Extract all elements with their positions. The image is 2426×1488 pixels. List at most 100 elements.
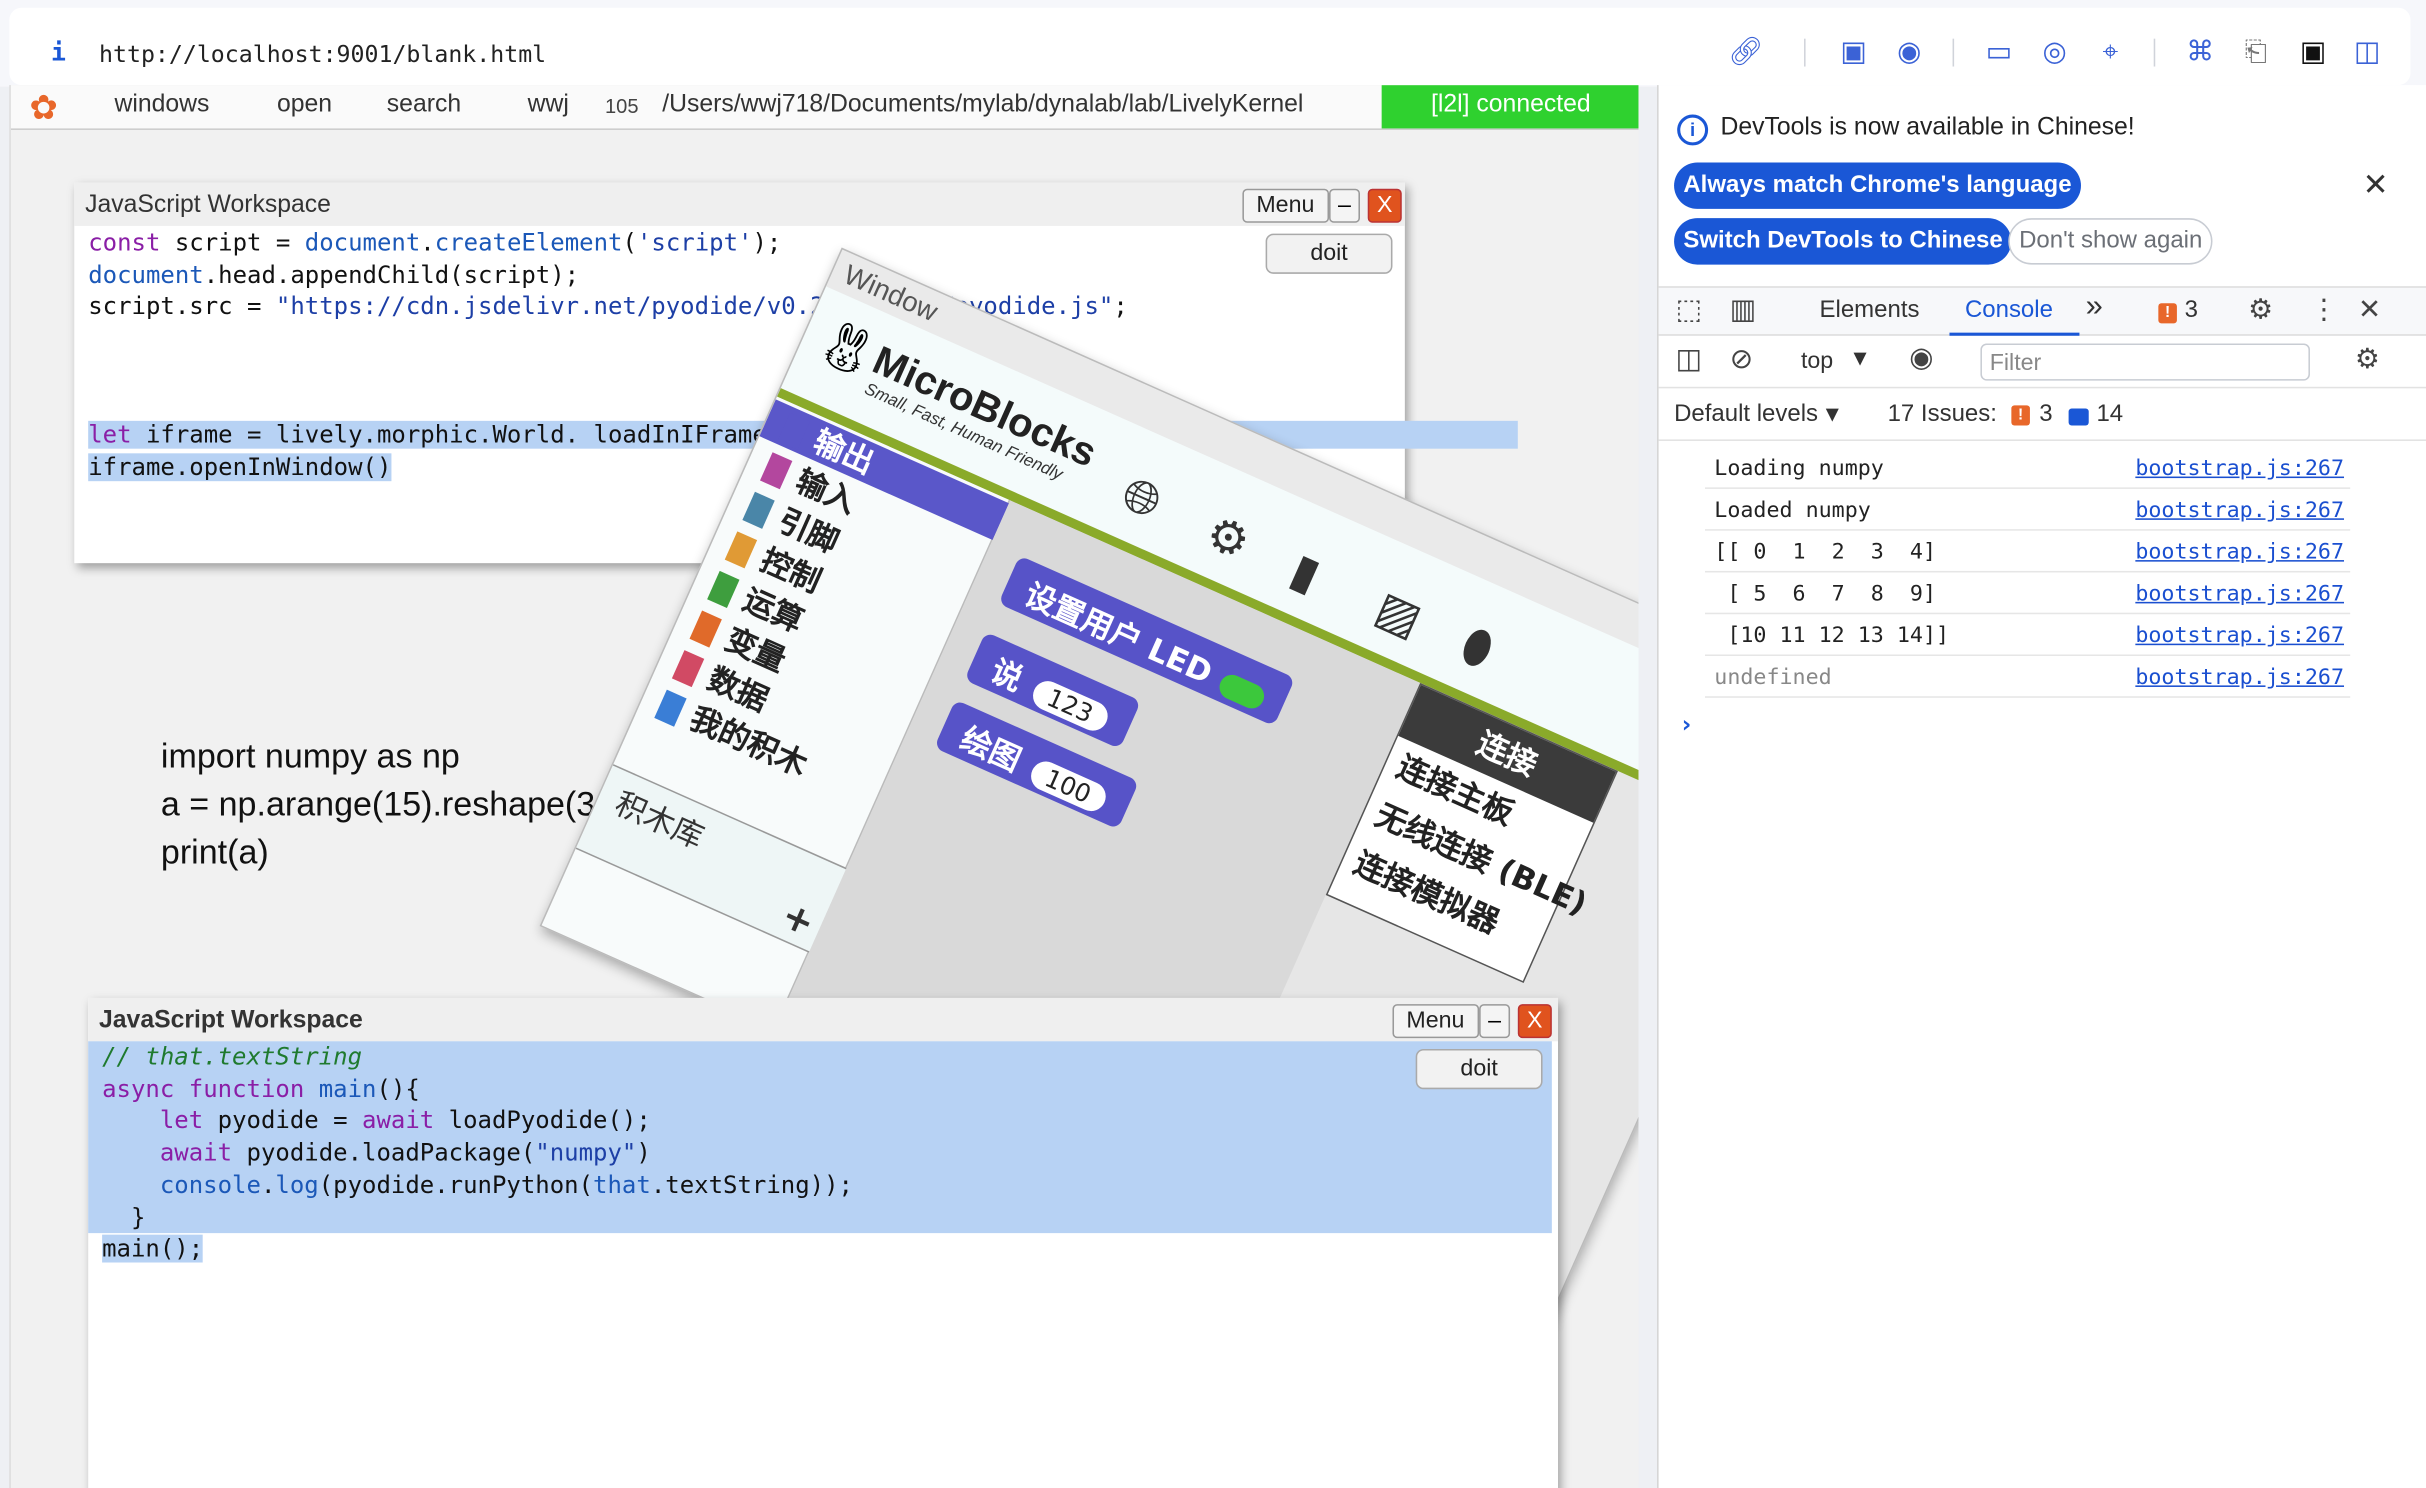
graph-value-input[interactable]: 100 bbox=[1026, 756, 1110, 816]
source-link[interactable]: bootstrap.js:267 bbox=[2135, 498, 2344, 523]
js-workspace-2[interactable]: JavaScript Workspace Menu – X doit // th… bbox=[88, 997, 1559, 1488]
connection-status: [l2l] connected bbox=[1381, 85, 1639, 129]
menu-search[interactable]: search bbox=[387, 91, 461, 119]
lively-logo-icon[interactable]: ✿ bbox=[29, 88, 58, 128]
lively-menu-bar: ✿ windows open search wwj 105 /Users/wwj… bbox=[10, 85, 1639, 130]
category-swatch bbox=[689, 610, 722, 648]
globe-icon[interactable]: ◎ bbox=[2038, 36, 2072, 70]
toolbar-divider bbox=[1952, 38, 1955, 67]
usb-icon[interactable]: ⬮ bbox=[1453, 619, 1500, 679]
link-icon[interactable]: 🔗︎ bbox=[1728, 36, 1763, 70]
console-levels-bar: Default levels ▼ 17 Issues: ! 3 14 bbox=[1658, 388, 2426, 441]
workspace-minimize-button[interactable]: – bbox=[1479, 1004, 1511, 1039]
workspace-menu-button[interactable]: Menu bbox=[1242, 188, 1329, 223]
console-prompt-icon[interactable]: › bbox=[1682, 710, 1692, 738]
source-link[interactable]: bootstrap.js:267 bbox=[2135, 624, 2344, 649]
close-devtools-icon[interactable]: ✕ bbox=[2358, 294, 2381, 326]
console-settings-gear-icon[interactable]: ⚙ bbox=[2355, 343, 2380, 375]
source-link[interactable]: bootstrap.js:267 bbox=[2135, 665, 2344, 690]
menu-user[interactable]: wwj bbox=[528, 91, 569, 119]
sidebar-icon[interactable]: ◫ bbox=[2350, 36, 2384, 70]
lively-page: ✿ windows open search wwj 105 /Users/wwj… bbox=[9, 85, 1639, 1488]
console-log-row: undefined bootstrap.js:267 bbox=[1705, 656, 2351, 698]
screenshot-icon[interactable]: ▣ bbox=[1837, 36, 1871, 70]
issues-info-count[interactable]: 14 bbox=[2096, 401, 2123, 429]
category-swatch bbox=[671, 650, 705, 688]
warning-count[interactable]: 3 bbox=[2185, 297, 2198, 325]
square-icon[interactable]: ▣ bbox=[2296, 36, 2330, 70]
toolbar-divider bbox=[2153, 38, 2156, 67]
block-label: 说 bbox=[985, 651, 1029, 699]
doit-button[interactable]: doit bbox=[1415, 1049, 1543, 1090]
filter-input[interactable]: Filter bbox=[1980, 343, 2310, 381]
extensions-icon[interactable]: ⌘ bbox=[2183, 36, 2217, 70]
close-banner-icon[interactable]: ✕ bbox=[2363, 166, 2389, 203]
globe-icon[interactable]: 🌐︎ bbox=[1113, 468, 1169, 531]
category-swatch bbox=[759, 452, 793, 490]
workspace-title[interactable]: JavaScript Workspace bbox=[74, 182, 1405, 226]
console-log-row: [10 11 12 13 14]] bootstrap.js:267 bbox=[1705, 614, 2351, 657]
tab-elements[interactable]: Elements bbox=[1820, 297, 1920, 325]
issues-warning-count[interactable]: 3 bbox=[2039, 401, 2052, 429]
graph-icon[interactable]: ▨ bbox=[1367, 581, 1429, 648]
h-icon[interactable]: ⎗ bbox=[2239, 36, 2273, 70]
sidebar-toggle-icon[interactable]: ◫ bbox=[1676, 343, 1702, 375]
url-text[interactable]: http://localhost:9001/blank.html bbox=[99, 40, 546, 68]
device-toolbar-icon[interactable]: ▥ bbox=[1730, 294, 1756, 326]
tab-console[interactable]: Console bbox=[1965, 297, 2053, 325]
led-toggle[interactable] bbox=[1215, 670, 1269, 712]
workspace-title[interactable]: JavaScript Workspace bbox=[88, 997, 1559, 1042]
console-toolbar: ◫ ⊘ top ▼ ◉ Filter ⚙ bbox=[1658, 336, 2426, 389]
info-icon: i bbox=[1677, 114, 1709, 146]
issues-warning-icon: ! bbox=[2011, 402, 2030, 430]
switch-to-chinese-button[interactable]: Switch DevTools to Chinese bbox=[1674, 218, 2013, 265]
category-swatch bbox=[724, 531, 758, 569]
source-link[interactable]: bootstrap.js:267 bbox=[2135, 540, 2344, 565]
warning-badge-icon[interactable]: ! bbox=[2158, 300, 2177, 328]
terminal-icon[interactable]: ▭ bbox=[1982, 36, 2016, 70]
chevron-down-icon[interactable]: ▼ bbox=[1854, 348, 1867, 368]
category-swatch bbox=[777, 412, 810, 450]
dont-show-again-button[interactable]: Don't show again bbox=[2008, 218, 2214, 265]
workspace-close-button[interactable]: X bbox=[1517, 1004, 1552, 1039]
gear-icon[interactable]: ⚙ bbox=[1198, 506, 1258, 572]
file-icon[interactable]: ▮ bbox=[1282, 543, 1327, 603]
always-match-language-button[interactable]: Always match Chrome's language bbox=[1674, 162, 2081, 209]
inspect-element-icon[interactable]: ⬚ bbox=[1676, 294, 1702, 326]
menu-windows[interactable]: windows bbox=[114, 91, 209, 119]
block-label: 绘图 bbox=[955, 719, 1027, 779]
crosshair-icon[interactable]: ⌖ bbox=[2093, 36, 2127, 70]
site-info-icon[interactable]: i bbox=[51, 37, 66, 66]
more-options-icon[interactable]: ⋮ bbox=[2310, 294, 2338, 326]
workspace-minimize-button[interactable]: – bbox=[1329, 188, 1360, 223]
category-swatch bbox=[654, 689, 687, 727]
levels-dropdown[interactable]: Default levels bbox=[1674, 401, 1818, 429]
browser-toolbar: i http://localhost:9001/blank.html 🔗︎ ▣ … bbox=[0, 0, 2426, 87]
live-expression-eye-icon[interactable]: ◉ bbox=[1909, 342, 1933, 374]
source-link[interactable]: bootstrap.js:267 bbox=[2135, 456, 2344, 481]
console-log-row: [ 5 6 7 8 9] bootstrap.js:267 bbox=[1705, 572, 2351, 615]
category-swatch bbox=[742, 491, 775, 529]
issues-label[interactable]: 17 Issues: bbox=[1888, 401, 1997, 429]
context-select[interactable]: top bbox=[1801, 348, 1833, 374]
source-link[interactable]: bootstrap.js:267 bbox=[2135, 582, 2344, 607]
chevron-down-icon[interactable]: ▼ bbox=[1826, 404, 1839, 424]
say-value-input[interactable]: 123 bbox=[1028, 676, 1112, 736]
category-swatch bbox=[707, 570, 740, 609]
camera-icon[interactable]: ◉ bbox=[1892, 36, 1926, 70]
workspace-menu-button[interactable]: Menu bbox=[1392, 1004, 1479, 1039]
console-log-row: [[ 0 1 2 3 4] bootstrap.js:267 bbox=[1705, 531, 2351, 573]
lively-count: 105 bbox=[604, 94, 639, 118]
console-log-row: Loading numpy bootstrap.js:267 bbox=[1705, 447, 2351, 489]
settings-gear-icon[interactable]: ⚙ bbox=[2248, 294, 2273, 326]
menu-open[interactable]: open bbox=[277, 91, 332, 119]
more-tabs-button[interactable]: » bbox=[2086, 289, 2103, 325]
issues-info-icon bbox=[2068, 404, 2089, 432]
workspace-close-button[interactable]: X bbox=[1367, 188, 1402, 223]
library-panel[interactable]: 积木库 + bbox=[575, 764, 847, 953]
code-editor[interactable]: // that.textString async function main()… bbox=[102, 1041, 853, 1265]
devtools-tabbar: ⬚ ▥ Elements Console » ! 3 ⚙ ⋮ ✕ bbox=[1658, 286, 2426, 336]
clear-console-icon[interactable]: ⊘ bbox=[1730, 343, 1753, 375]
devtools-panel: i DevTools is now available in Chinese! … bbox=[1657, 85, 2426, 1488]
address-bar[interactable]: i http://localhost:9001/blank.html 🔗︎ ▣ … bbox=[9, 7, 2411, 86]
